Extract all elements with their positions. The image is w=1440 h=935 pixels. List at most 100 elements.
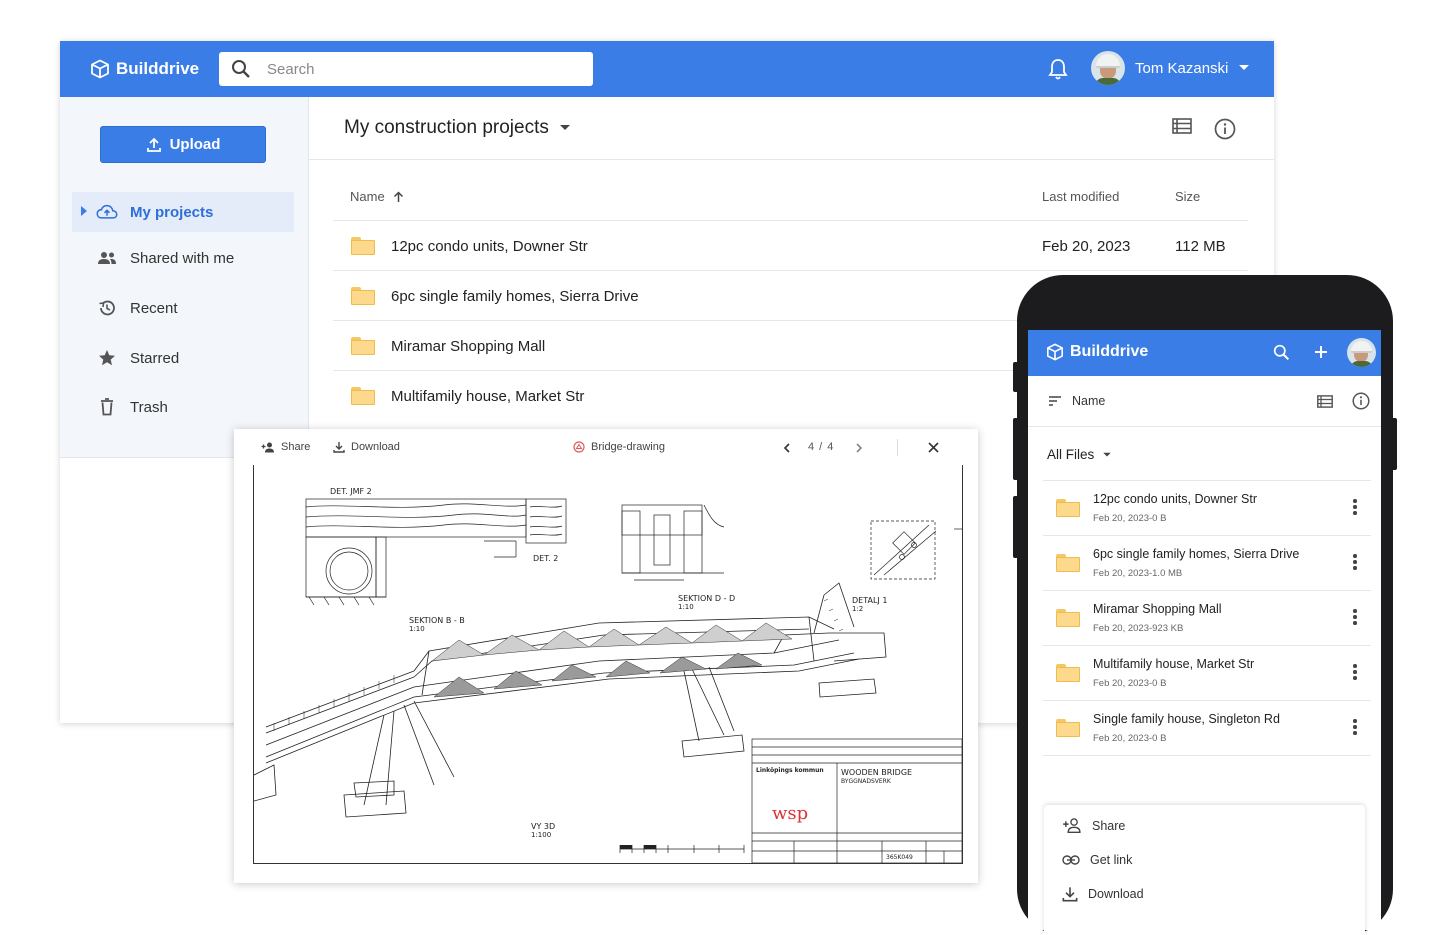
table-row[interactable]: 12pc condo units, Downer Str Feb 20, 202… [333, 220, 1248, 271]
download-icon [333, 442, 345, 453]
bell-icon[interactable] [1048, 58, 1068, 80]
file-name: Bridge-drawing [591, 441, 665, 453]
drawing-subtitle: BYGGNADSVERK [841, 778, 891, 785]
sidebar-item-shared[interactable]: Shared with me [72, 238, 294, 278]
file-name: 12pc condo units, Downer Str [1093, 492, 1257, 506]
list-item[interactable]: Single family house, Singleton Rd Feb 20… [1043, 701, 1371, 756]
more-vert-icon[interactable] [1353, 499, 1357, 517]
folder-icon [351, 387, 375, 405]
folder-icon [1056, 609, 1080, 627]
sidebar-item-label: Trash [130, 398, 168, 416]
drawing-label: 1:2 [852, 605, 864, 613]
page-indicator: 4 / 4 [808, 441, 833, 453]
sort-label: Name [1072, 394, 1106, 408]
download-button[interactable]: Download [333, 441, 400, 453]
info-icon[interactable] [1352, 392, 1370, 410]
top-bar: Builddrive Tom Kazanski [60, 41, 1274, 97]
mobile-top-bar: Builddrive [1028, 330, 1381, 376]
download-action[interactable]: Download [1062, 886, 1144, 902]
upload-button[interactable]: Upload [100, 126, 266, 163]
folder-icon [351, 337, 375, 355]
search-icon [232, 60, 250, 78]
sidebar: Upload My projects Shared with me Recent… [60, 97, 309, 458]
phone-screen: Builddrive Name All Files 12pc condo uni… [1028, 330, 1381, 935]
upload-label: Upload [169, 136, 221, 153]
sidebar-item-recent[interactable]: Recent [72, 288, 294, 328]
chevron-down-icon [1239, 65, 1250, 70]
brand-name: Builddrive [116, 59, 200, 78]
file-meta: Feb 20, 2023-1.0 MB [1093, 568, 1183, 579]
filter-dropdown[interactable]: All Files [1047, 447, 1112, 462]
share-label: Share [281, 441, 311, 453]
sort-by-name[interactable]: Name [1048, 394, 1105, 408]
add-person-icon [261, 442, 274, 452]
file-name: Single family house, Singleton Rd [1093, 712, 1280, 726]
download-icon [1062, 887, 1078, 902]
column-header-size[interactable]: Size [1175, 189, 1200, 204]
drawing-title: WOODEN BRIDGE [841, 768, 913, 777]
chevron-left-icon[interactable] [783, 443, 790, 453]
list-item[interactable]: 12pc condo units, Downer Str Feb 20, 202… [1043, 481, 1371, 536]
folder-icon [1056, 499, 1080, 517]
divider [309, 159, 1274, 160]
download-label: Download [351, 441, 400, 453]
column-header-name[interactable]: Name [350, 189, 404, 204]
add-person-icon [1063, 818, 1081, 833]
chevron-down-icon [1103, 452, 1112, 456]
list-view-icon[interactable] [1172, 118, 1192, 134]
sidebar-item-label: My projects [130, 203, 214, 221]
avatar [1091, 51, 1125, 85]
search-box[interactable] [219, 52, 593, 86]
mobile-brand[interactable]: Builddrive [1046, 343, 1148, 361]
folder-title-dropdown[interactable]: My construction projects [344, 117, 571, 139]
more-vert-icon[interactable] [1353, 664, 1357, 682]
list-item[interactable]: Multifamily house, Market Str Feb 20, 20… [1043, 646, 1371, 701]
sidebar-item-starred[interactable]: Starred [72, 338, 294, 378]
list-view-icon[interactable] [1317, 395, 1333, 408]
info-icon[interactable] [1214, 118, 1236, 140]
file-meta: Feb 20, 2023-0 B [1093, 678, 1167, 689]
search-icon[interactable] [1273, 344, 1290, 361]
close-icon[interactable] [928, 442, 939, 453]
mobile-avatar[interactable] [1347, 338, 1376, 367]
trash-icon [101, 398, 113, 416]
list-item[interactable]: Miramar Shopping Mall Feb 20, 2023-923 K… [1043, 591, 1371, 646]
download-label: Download [1088, 887, 1144, 901]
share-action[interactable]: Share [1062, 818, 1125, 833]
user-menu[interactable]: Tom Kazanski [1091, 51, 1250, 85]
drawing-label: SEKTION B - B [409, 616, 465, 625]
upload-icon [146, 137, 161, 152]
drawing-municipality: Linköpings kommun [756, 767, 824, 774]
column-header-modified[interactable]: Last modified [1042, 189, 1119, 204]
page-title: My construction projects [344, 117, 549, 138]
history-icon [99, 300, 115, 316]
plus-icon[interactable] [1314, 345, 1328, 359]
filter-label: All Files [1047, 447, 1095, 462]
wsp-logo: wsp [772, 803, 809, 824]
list-item[interactable]: 6pc single family homes, Sierra Drive Fe… [1043, 536, 1371, 591]
cube-icon [91, 59, 109, 79]
file-name: 6pc single family homes, Sierra Drive [391, 287, 639, 305]
share-button[interactable]: Share [261, 441, 310, 453]
brand-logo[interactable]: Builddrive [90, 59, 199, 79]
toolbar-divider [897, 439, 898, 456]
search-input[interactable] [265, 59, 569, 79]
sidebar-item-trash[interactable]: Trash [72, 387, 294, 427]
sidebar-item-my-projects[interactable]: My projects [72, 192, 294, 232]
more-vert-icon[interactable] [1353, 719, 1357, 737]
chevron-right-icon[interactable] [856, 443, 863, 453]
sidebar-item-label: Starred [130, 349, 180, 367]
file-name: 12pc condo units, Downer Str [391, 237, 588, 255]
get-link-action[interactable]: Get link [1062, 853, 1132, 867]
drawing-label: SEKTION D - D [678, 594, 736, 603]
cloud-upload-icon [96, 204, 118, 219]
divider [1028, 426, 1381, 427]
caret-right-icon [81, 206, 87, 216]
drawing-label: 1:10 [409, 625, 425, 633]
more-vert-icon[interactable] [1353, 554, 1357, 572]
folder-icon [1056, 554, 1080, 572]
more-vert-icon[interactable] [1353, 609, 1357, 627]
file-size: 112 MB [1175, 237, 1226, 255]
share-label: Share [1092, 818, 1126, 833]
document-viewer: Share Download Bridge-drawing 4 / 4 DET.… [234, 429, 978, 883]
